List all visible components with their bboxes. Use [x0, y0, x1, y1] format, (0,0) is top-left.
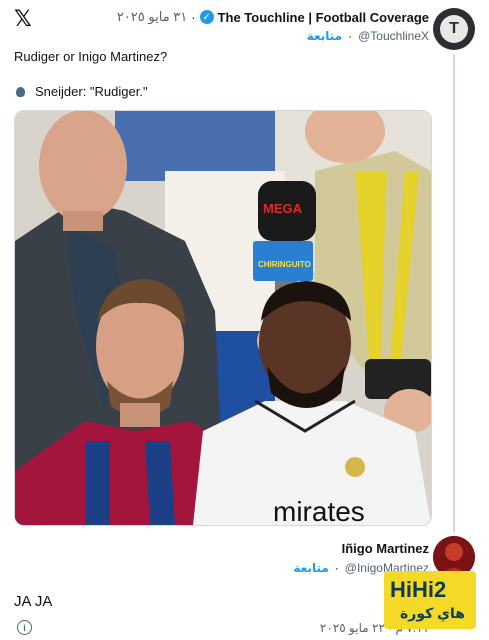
tweet-text: Rudiger or Inigo Martinez?	[14, 49, 168, 64]
watermark-top-text: HiHi2	[390, 577, 447, 602]
avatar-letter: T	[440, 15, 468, 43]
reply-follow-button[interactable]: متابعة	[293, 561, 328, 575]
mic-show-text: CHIRINGUITO	[258, 260, 311, 269]
verified-icon: ✓	[199, 10, 214, 24]
mic-brand-text: MEGA	[263, 201, 303, 216]
reply-account-name[interactable]: Iñigo Martinez	[342, 541, 429, 556]
quote-text: Sneijder: "Rudiger."	[35, 84, 148, 99]
tweet-header: ٣١ مايو ٢٠٢٥ · ✓ The Touchline | Footbal…	[117, 9, 429, 25]
tweet-quote: Sneijder: "Rudiger."	[14, 84, 148, 99]
speaking-head-icon	[14, 85, 30, 99]
tweet-photo[interactable]: MEGA CHIRINGUITO mirates	[14, 110, 432, 526]
x-logo-icon[interactable]: 𝕏	[14, 8, 36, 30]
watermark-bottom-text: هاي كورة	[400, 605, 465, 621]
account-handle[interactable]: @TouchlineX	[358, 29, 429, 43]
info-icon[interactable]: i	[17, 620, 32, 635]
tweet-date[interactable]: ٣١ مايو ٢٠٢٥	[117, 9, 187, 25]
account-avatar[interactable]: T	[433, 8, 475, 50]
separator-dot: ·	[348, 29, 353, 43]
follow-button[interactable]: متابعة	[307, 29, 342, 43]
photo-illustration: MEGA CHIRINGUITO mirates	[15, 111, 431, 525]
separator-dot: ·	[334, 561, 339, 575]
jersey-sponsor-text: mirates	[273, 496, 365, 525]
tweet-handle-row: متابعة · @TouchlineX	[307, 29, 429, 43]
thread-connector	[453, 54, 455, 532]
account-name[interactable]: The Touchline | Football Coverage	[218, 10, 429, 25]
reply-text: JA JA	[14, 593, 53, 610]
watermark-logo: HiHi2 هاي كورة	[384, 571, 476, 629]
separator-dot: ·	[191, 9, 196, 25]
